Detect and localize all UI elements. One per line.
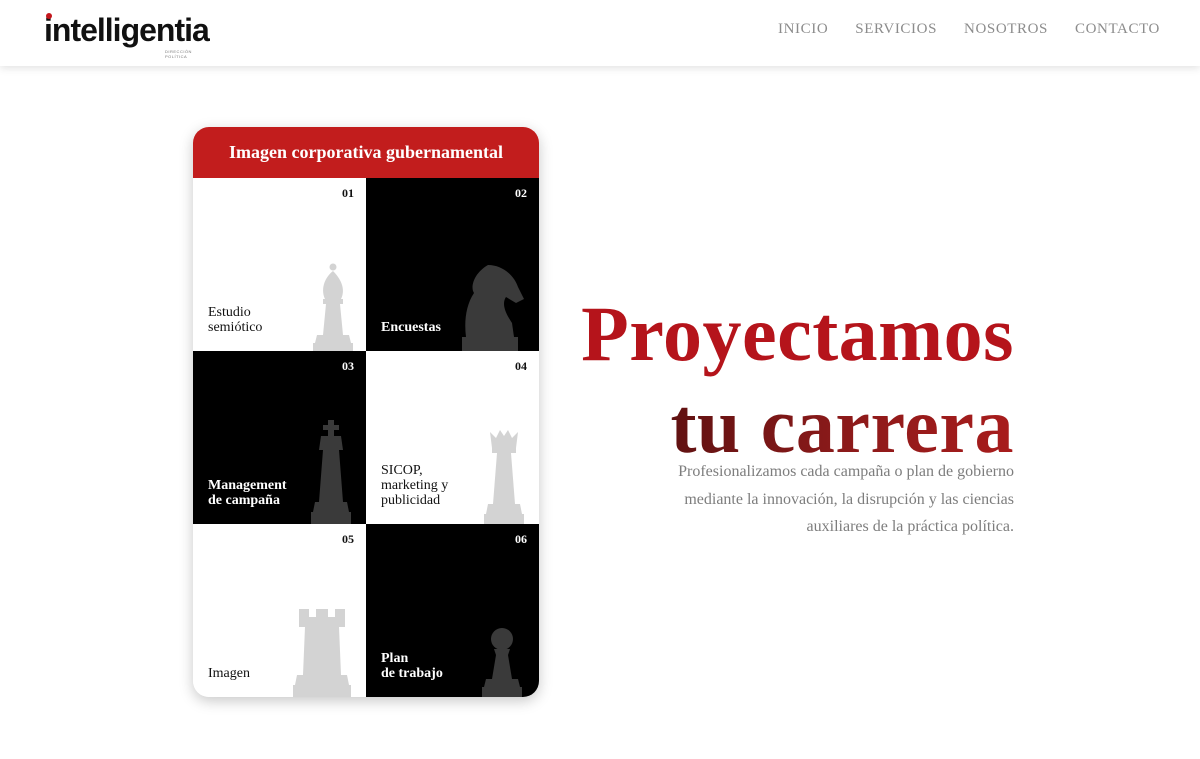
service-tile-encuestas[interactable]: 02 Encuestas — [366, 178, 539, 351]
service-tile-management[interactable]: 03 Management de campaña — [193, 351, 366, 524]
tile-label: Management de campaña — [208, 478, 287, 508]
nav-servicios[interactable]: SERVICIOS — [855, 21, 937, 38]
knight-icon — [462, 265, 524, 351]
tile-label: Estudio semiótico — [208, 305, 263, 335]
pawn-icon — [482, 628, 522, 697]
card-title: Imagen corporativa gubernamental — [193, 127, 539, 178]
service-tile-plan-de-trabajo[interactable]: 06 Plan de trabajo — [366, 524, 539, 697]
tile-number: 02 — [515, 186, 527, 200]
tile-label: SICOP, marketing y publicidad — [381, 463, 449, 508]
king-icon — [311, 420, 351, 524]
nav-contacto[interactable]: CONTACTO — [1075, 21, 1160, 38]
services-grid: 01 Estudio semiótico 02 Encuestas 03 Man… — [193, 178, 539, 697]
tile-number: 04 — [515, 359, 527, 373]
rook-icon — [293, 609, 351, 697]
tile-number: 03 — [342, 359, 354, 373]
bishop-icon — [313, 263, 353, 351]
tile-number: 01 — [342, 186, 354, 200]
site-header: intelligentia DIRECCIÓN POLÍTICA INICIO … — [0, 0, 1200, 66]
tile-number: 06 — [515, 532, 527, 546]
hero-title: Proyectamos tu carrera — [581, 288, 1014, 472]
queen-icon — [484, 430, 524, 524]
brand-tagline: DIRECCIÓN POLÍTICA — [165, 49, 192, 59]
logo-dot-icon — [46, 13, 52, 19]
tile-number: 05 — [342, 532, 354, 546]
brand-name: intelligentia — [44, 12, 210, 48]
brand-logo[interactable]: intelligentia DIRECCIÓN POLÍTICA — [44, 10, 214, 59]
hero-description: Profesionalizamos cada campaña o plan de… — [678, 463, 1014, 535]
nav-nosotros[interactable]: NOSOTROS — [964, 21, 1048, 38]
nav-inicio[interactable]: INICIO — [778, 21, 828, 38]
service-tile-imagen[interactable]: 05 Imagen — [193, 524, 366, 697]
services-card: Imagen corporativa gubernamental 01 Estu… — [193, 127, 539, 697]
service-tile-estudio-semiotico[interactable]: 01 Estudio semiótico — [193, 178, 366, 351]
hero-title-line1: Proyectamos — [581, 290, 1014, 377]
main-nav: INICIO SERVICIOS NOSOTROS CONTACTO — [778, 21, 1160, 38]
service-tile-sicop[interactable]: 04 SICOP, marketing y publicidad — [366, 351, 539, 524]
tile-label: Plan de trabajo — [381, 651, 443, 681]
